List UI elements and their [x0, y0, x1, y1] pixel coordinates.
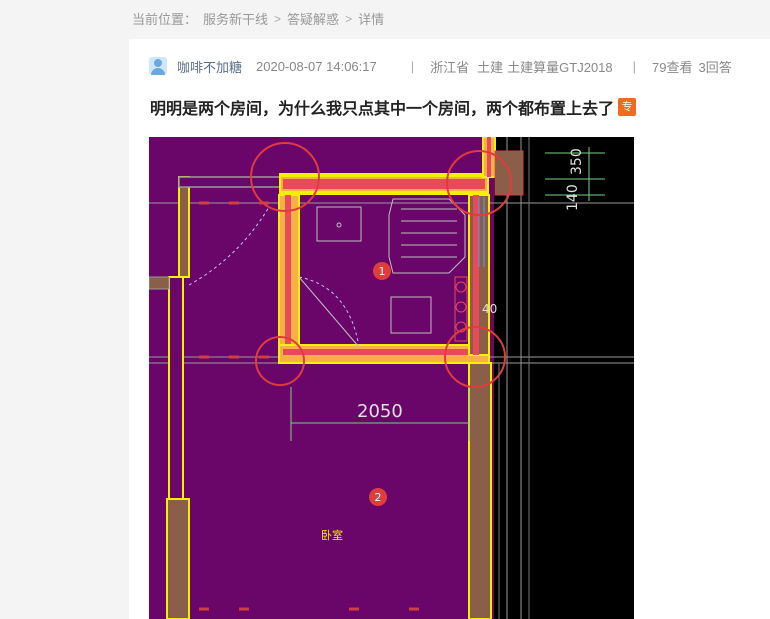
top-wall-left — [178, 176, 288, 188]
dimension-text: 140 — [565, 184, 581, 211]
post-location: 浙江省 — [430, 59, 470, 75]
post-tag[interactable]: 土建 — [477, 57, 503, 76]
breadcrumb-item-detail: 详情 — [358, 12, 385, 27]
breadcrumb-separator: > — [345, 11, 353, 26]
meta-divider: | — [410, 58, 415, 74]
room-marker-1: 1 — [373, 262, 391, 280]
svg-text:2: 2 — [375, 491, 382, 504]
dimension-text: 350 — [569, 148, 585, 175]
post-card: 咖啡不加糖 2020-08-07 14:06:17 | 浙江省 土建 土建算量G… — [129, 39, 770, 619]
avatar[interactable] — [149, 57, 167, 75]
answer-count: 3回答 — [698, 59, 732, 75]
view-count: 79查看 — [652, 59, 693, 75]
cad-screenshot[interactable]: 350 140 40 2050 1 2 卧室 — [149, 137, 634, 619]
dimension-text: 2050 — [357, 401, 403, 422]
breadcrumb-item-qa[interactable]: 答疑解惑 — [287, 9, 339, 28]
breadcrumb-prefix: 当前位置： — [132, 12, 198, 27]
expert-badge: 专 — [618, 98, 637, 116]
room-marker-2: 2 — [369, 488, 387, 506]
right-wall — [468, 362, 492, 619]
cad-drawing: 350 140 40 2050 1 2 卧室 — [149, 137, 634, 619]
post-meta: 咖啡不加糖 2020-08-07 14:06:17 | 浙江省 土建 土建算量G… — [149, 56, 732, 76]
breadcrumb-item-service[interactable]: 服务新干线 — [203, 9, 268, 28]
post-title: 明明是两个房间，为什么我只点其中一个房间，两个都布置上去了 专 — [150, 95, 637, 119]
author-link[interactable]: 咖啡不加糖 — [177, 57, 242, 76]
post-tag[interactable]: 土建算量GTJ2018 — [507, 57, 612, 76]
post-datetime: 2020-08-07 14:06:17 — [256, 58, 377, 74]
post-title-text: 明明是两个房间，为什么我只点其中一个房间，两个都布置上去了 — [150, 101, 615, 118]
svg-text:1: 1 — [379, 265, 386, 278]
meta-divider: | — [632, 58, 637, 74]
breadcrumb: 当前位置： 服务新干线 > 答疑解惑 > 详情 — [132, 9, 384, 28]
room-label: 卧室 — [321, 528, 343, 542]
dimension-text: 40 — [482, 302, 497, 316]
breadcrumb-separator: > — [274, 11, 282, 26]
